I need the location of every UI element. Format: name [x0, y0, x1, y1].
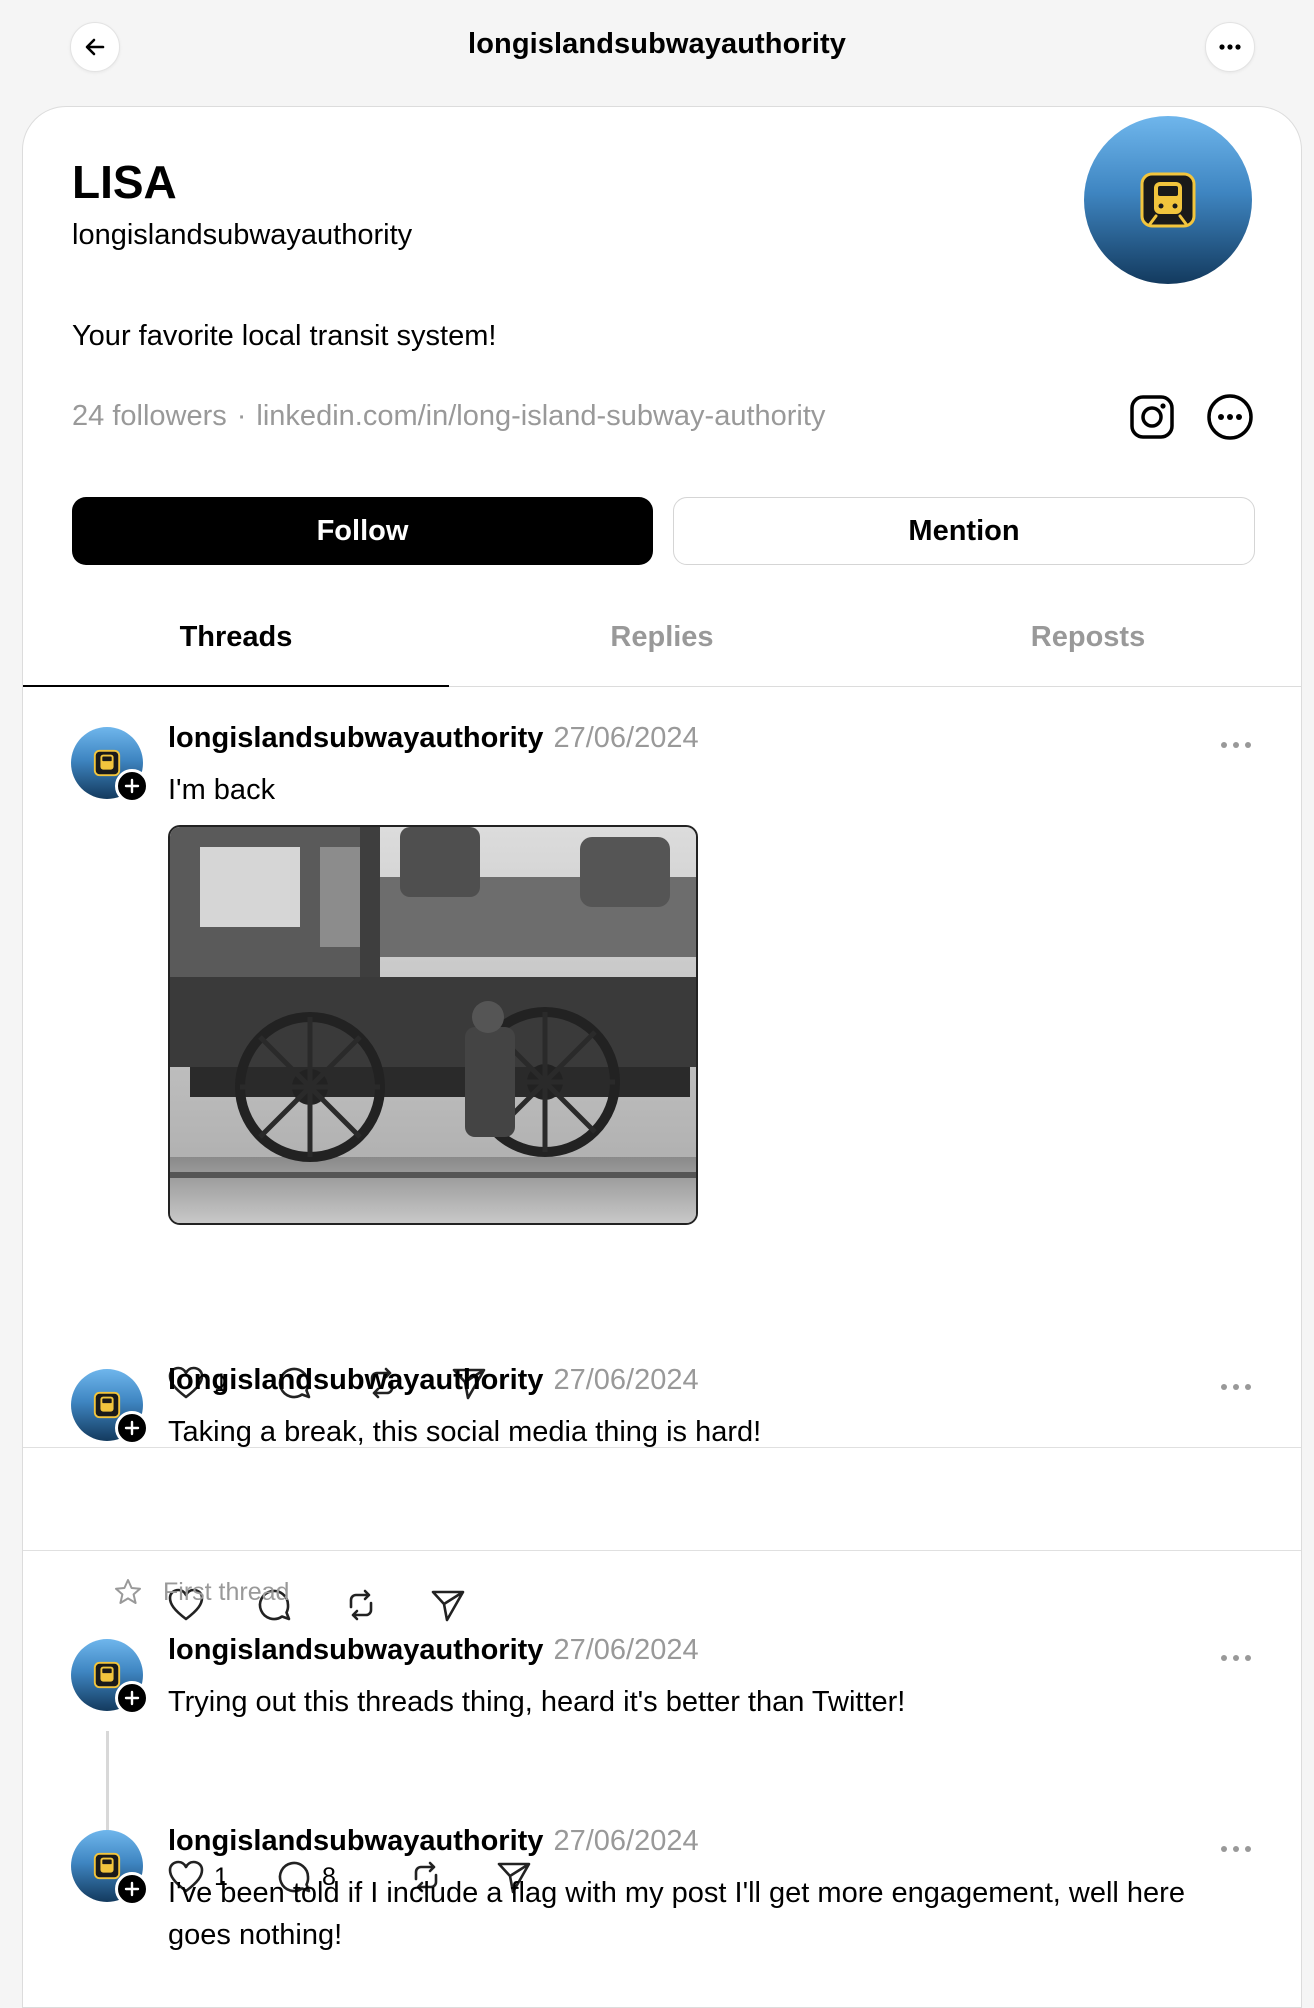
followers-count[interactable]: 24 followers [72, 400, 227, 432]
profile-tabs: Threads Replies Reposts [23, 577, 1301, 717]
train-icon [93, 749, 121, 777]
ellipsis-icon[interactable] [1218, 1381, 1254, 1393]
post-date: 27/06/2024 [553, 1634, 699, 1666]
plus-icon [124, 1881, 140, 1897]
more-options-button[interactable] [1205, 22, 1255, 72]
mention-button[interactable]: Mention [673, 497, 1255, 565]
pinned-label: First thread [113, 1577, 289, 1607]
follow-plus-badge[interactable] [115, 1681, 149, 1715]
post-text: Taking a break, this social media thing … [168, 1416, 762, 1448]
pinned-text: First thread [163, 1577, 290, 1606]
send-icon [431, 1590, 465, 1622]
post-username[interactable]: longislandsubwayauthority [168, 722, 543, 754]
plus-icon [124, 778, 140, 794]
post-image[interactable] [168, 825, 698, 1225]
post-username[interactable]: longislandsubwayauthority [168, 1364, 543, 1396]
follow-plus-badge[interactable] [115, 1872, 149, 1906]
post-text: Trying out this threads thing, heard it'… [168, 1686, 906, 1718]
repost-button[interactable] [343, 1585, 379, 1625]
plus-icon [124, 1690, 140, 1706]
post-author[interactable]: longislandsubwayauthority 27/06/2024 [168, 722, 699, 755]
post-author[interactable]: longislandsubwayauthority 27/06/2024 [168, 1634, 699, 1667]
train-icon [93, 1661, 121, 1689]
plus-icon [124, 1420, 140, 1436]
page-title: longislandsubwayauthority [468, 28, 846, 60]
post-avatar[interactable] [71, 1639, 149, 1715]
post-username[interactable]: longislandsubwayauthority [168, 1634, 543, 1666]
profile-avatar[interactable] [1084, 116, 1252, 284]
top-bar: longislandsubwayauthority [0, 0, 1314, 100]
profile-meta: 24 followers · linkedin.com/in/long-island… [72, 400, 825, 433]
separator: · [236, 400, 247, 432]
train-icon [93, 1391, 121, 1419]
train-icon [93, 1852, 121, 1880]
post-username[interactable]: longislandsubwayauthority [168, 1825, 543, 1857]
post-date: 27/06/2024 [553, 722, 699, 754]
post-text: I've been told if I include a flag with … [168, 1877, 1185, 1951]
instagram-icon[interactable] [1127, 392, 1177, 442]
ellipsis-icon [1219, 44, 1241, 50]
follow-plus-badge[interactable] [115, 769, 149, 803]
train-icon [1140, 172, 1196, 228]
steam-locomotive-photo [170, 827, 696, 1223]
profile-link[interactable]: linkedin.com/in/long-island-subway-autho… [256, 400, 825, 432]
display-name: LISA [72, 156, 177, 208]
star-icon [115, 1579, 141, 1604]
follow-button[interactable]: Follow [72, 497, 653, 565]
profile-bio: Your favorite local transit system! [72, 320, 497, 352]
post-author[interactable]: longislandsubwayauthority 27/06/2024 [168, 1825, 699, 1858]
post-avatar[interactable] [71, 1830, 149, 1906]
post-date: 27/06/2024 [553, 1364, 699, 1396]
post-avatar[interactable] [71, 727, 149, 803]
thread-connector [106, 1731, 109, 1843]
profile-handle: longislandsubwayauthority [72, 219, 413, 251]
post-avatar[interactable] [71, 1369, 149, 1445]
repost-icon [349, 1589, 373, 1621]
post-divider [23, 1550, 1301, 1551]
post-text: I'm back [168, 774, 276, 806]
active-tab-indicator [23, 685, 449, 687]
post-date: 27/06/2024 [553, 1825, 699, 1857]
tab-reposts[interactable]: Reposts [875, 577, 1301, 653]
ellipsis-icon[interactable] [1218, 739, 1254, 751]
ellipsis-icon[interactable] [1218, 1843, 1254, 1855]
profile-card: LISA longislandsubwayauthority Your favo… [22, 106, 1302, 2008]
share-button[interactable] [430, 1585, 466, 1625]
more-circle-icon[interactable] [1205, 392, 1255, 442]
post-author[interactable]: longislandsubwayauthority 27/06/2024 [168, 1364, 699, 1397]
tab-threads[interactable]: Threads [23, 577, 449, 653]
follow-plus-badge[interactable] [115, 1411, 149, 1445]
tab-replies[interactable]: Replies [449, 577, 875, 653]
ellipsis-icon[interactable] [1218, 1652, 1254, 1664]
